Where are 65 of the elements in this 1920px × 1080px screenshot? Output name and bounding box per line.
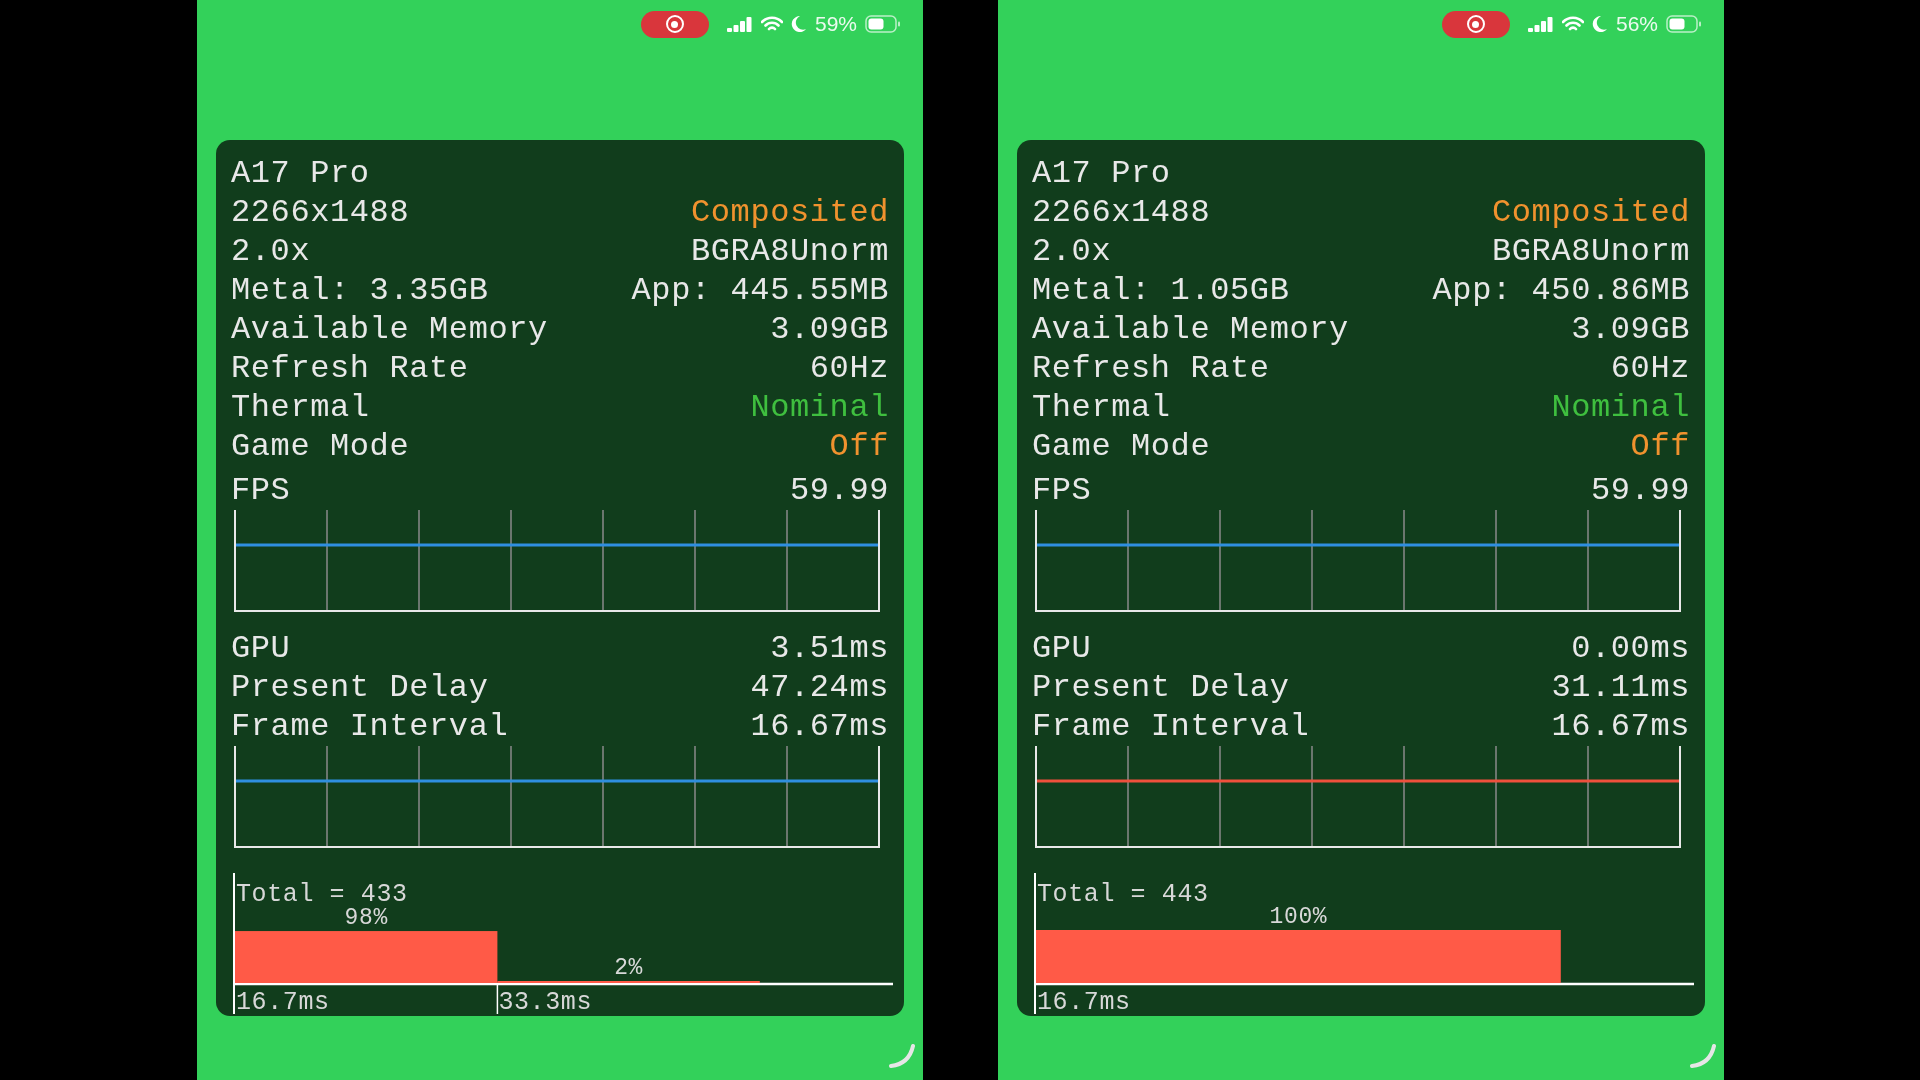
metric-label: 2.0x	[231, 235, 311, 268]
metric-label: Thermal	[231, 391, 370, 424]
metric-label: A17 Pro	[1032, 157, 1171, 190]
metric-label: Available Memory	[1032, 313, 1349, 346]
metric-value: Nominal	[750, 391, 889, 424]
battery-icon	[1666, 15, 1702, 33]
bar-value-label: 100%	[1269, 904, 1328, 930]
metric-label: A17 Pro	[231, 157, 370, 190]
metric-label: Game Mode	[231, 430, 410, 463]
battery-percentage: 56%	[1615, 11, 1658, 38]
metric-value: BGRA8Unorm	[690, 235, 889, 268]
metric-label: Thermal	[1032, 391, 1171, 424]
metric-value: Composited	[690, 196, 889, 229]
metric-value: 16.67ms	[1551, 710, 1690, 743]
metric-label: 2266x1488	[231, 196, 410, 229]
metric-value: 31.11ms	[1551, 671, 1690, 704]
battery-percentage: 59%	[814, 11, 857, 38]
metric-value: 60Hz	[1610, 352, 1690, 385]
metric-value: Off	[829, 430, 889, 463]
metric-value: Off	[1630, 430, 1690, 463]
chart-title: Total = 443	[1037, 880, 1209, 909]
metric-label: Available Memory	[231, 313, 548, 346]
metric-label: Game Mode	[1032, 430, 1211, 463]
metric-label: Frame Interval	[231, 710, 509, 743]
bar-value-label: 2%	[614, 955, 643, 981]
signal-icon	[726, 16, 753, 32]
metric-label: FPS	[231, 475, 291, 507]
metric-value: 3.09GB	[1571, 313, 1690, 346]
corner-arc-icon	[1690, 1044, 1716, 1068]
metric-value: App: 445.55MB	[631, 274, 889, 307]
metric-label: Refresh Rate	[231, 352, 469, 385]
metric-label: FPS	[1032, 475, 1092, 507]
metric-label: 2.0x	[1032, 235, 1112, 268]
metric-label: Refresh Rate	[1032, 352, 1270, 385]
axis-label: 33.3ms	[498, 988, 593, 1014]
metric-label: 2266x1488	[1032, 196, 1211, 229]
signal-icon	[1527, 16, 1554, 32]
axis-label: 16.7ms	[236, 988, 330, 1014]
metric-value: Nominal	[1551, 391, 1690, 424]
metric-value: Composited	[1491, 196, 1690, 229]
metric-value: 47.24ms	[750, 671, 889, 704]
metric-value: 16.67ms	[750, 710, 889, 743]
moon-icon	[1591, 15, 1608, 33]
metric-value: 3.51ms	[770, 632, 889, 665]
metric-label: GPU	[1032, 632, 1092, 665]
battery-icon	[865, 15, 901, 33]
tick-mark	[496, 983, 499, 1014]
metric-value: 0.00ms	[1571, 632, 1690, 665]
metric-value: 60Hz	[809, 352, 889, 385]
metric-label: Metal: 3.35GB	[231, 274, 489, 307]
metric-value: 3.09GB	[770, 313, 889, 346]
corner-arc-icon	[889, 1044, 915, 1068]
metric-value: BGRA8Unorm	[1491, 235, 1690, 268]
wifi-icon	[760, 16, 783, 32]
metric-label: Metal: 1.05GB	[1032, 274, 1290, 307]
axis-label: 16.7ms	[1037, 988, 1131, 1014]
metric-label: Present Delay	[231, 671, 489, 704]
moon-icon	[790, 15, 807, 33]
metric-value: 59.99	[1591, 475, 1690, 507]
metric-label: Present Delay	[1032, 671, 1290, 704]
metric-label: GPU	[231, 632, 291, 665]
metric-value: 59.99	[790, 475, 889, 507]
metric-label: Frame Interval	[1032, 710, 1310, 743]
metric-value: App: 450.86MB	[1432, 274, 1690, 307]
wifi-icon	[1561, 16, 1584, 32]
